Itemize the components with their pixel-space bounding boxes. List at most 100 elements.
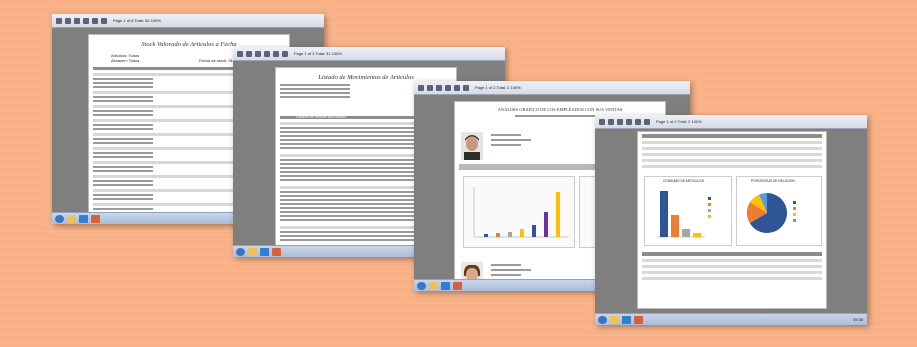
table-row — [642, 271, 822, 274]
toolbar-status: Page 1 of 2 Total: 2 100% — [656, 119, 702, 124]
header-line — [280, 92, 350, 94]
next-page-icon[interactable] — [74, 17, 80, 24]
table-row — [280, 143, 420, 145]
table-row — [280, 211, 420, 213]
table-row — [280, 239, 420, 241]
next-page-icon[interactable] — [436, 84, 442, 91]
table-row — [280, 147, 420, 149]
legend-swatch — [793, 213, 796, 216]
table-row — [93, 128, 153, 130]
app-icon[interactable] — [272, 247, 281, 256]
app-icon[interactable] — [91, 214, 100, 223]
start-button-icon[interactable] — [55, 214, 64, 223]
section-header — [642, 134, 822, 138]
print-icon[interactable] — [635, 118, 641, 125]
report-toolbar: Page 1 of 2 Total: 2 100% — [414, 81, 690, 95]
pie-chart-svg — [746, 192, 796, 233]
app-icon[interactable] — [634, 315, 643, 324]
header-line — [280, 88, 350, 90]
header-line — [280, 84, 350, 86]
table-row — [93, 96, 153, 98]
report-toolbar: Page 1 of 2 Total: 2 100% — [595, 115, 867, 129]
last-page-icon[interactable] — [445, 84, 451, 91]
browser-icon[interactable] — [441, 281, 450, 290]
chart-bar — [496, 233, 500, 237]
start-button-icon[interactable] — [417, 281, 426, 290]
first-page-icon[interactable] — [56, 17, 62, 24]
first-page-icon[interactable] — [237, 50, 243, 57]
print-icon[interactable] — [92, 17, 98, 24]
next-page-icon[interactable] — [255, 50, 261, 57]
table-row — [93, 180, 153, 182]
last-page-icon[interactable] — [83, 17, 89, 24]
employee-info — [491, 269, 531, 271]
next-page-icon[interactable] — [617, 118, 623, 125]
app-icon[interactable] — [453, 281, 462, 290]
explorer-icon[interactable] — [248, 247, 257, 256]
explorer-icon[interactable] — [610, 315, 619, 324]
chart-bar — [508, 232, 512, 237]
first-page-icon[interactable] — [599, 118, 605, 125]
report-title: Listado de Movimientos de Articulos — [318, 74, 414, 81]
chart-bar — [682, 229, 690, 237]
report-toolbar: Page 1 of 8 Total: 80 100% — [52, 14, 324, 28]
section-label: Calcetin de Hombre Azul Marino — [296, 115, 347, 119]
first-page-icon[interactable] — [418, 84, 424, 91]
chart-bar — [693, 233, 701, 237]
prev-page-icon[interactable] — [608, 118, 614, 125]
table-row — [280, 191, 420, 193]
export-icon[interactable] — [282, 50, 288, 57]
explorer-icon[interactable] — [67, 214, 76, 223]
person-icon — [461, 132, 483, 160]
employee-info — [491, 139, 531, 141]
chart-bar — [544, 212, 548, 237]
chart-bar — [484, 234, 488, 237]
table-row — [93, 82, 153, 84]
print-icon[interactable] — [454, 84, 460, 91]
report-title: ANALISIS GRAFICO DE LOS EMPLEADOS CON SU… — [497, 107, 623, 112]
table-row — [642, 259, 822, 262]
table-row — [280, 219, 420, 221]
export-icon[interactable] — [644, 118, 650, 125]
legend-swatch — [793, 201, 796, 204]
employee-info — [491, 264, 521, 266]
print-icon[interactable] — [273, 50, 279, 57]
last-page-icon[interactable] — [264, 50, 270, 57]
browser-icon[interactable] — [260, 247, 269, 256]
prev-page-icon[interactable] — [427, 84, 433, 91]
last-page-icon[interactable] — [626, 118, 632, 125]
table-row — [642, 147, 822, 150]
table-row — [642, 159, 822, 162]
chart-title: CONSUMO DE ARTICULOS — [663, 179, 704, 183]
browser-icon[interactable] — [79, 214, 88, 223]
consumption-bar-chart: CONSUMO DE ARTICULOS — [644, 176, 732, 246]
table-row — [280, 203, 420, 205]
table-row — [93, 156, 153, 158]
start-button-icon[interactable] — [236, 247, 245, 256]
explorer-icon[interactable] — [429, 281, 438, 290]
employee-photo — [461, 132, 483, 160]
legend-swatch — [793, 207, 796, 210]
start-button-icon[interactable] — [598, 315, 607, 324]
table-row — [280, 179, 420, 181]
table-row — [93, 100, 153, 102]
report-page: CONSUMO DE ARTICULOS PORCENTAJE DE RELAC… — [637, 131, 827, 309]
export-icon[interactable] — [463, 84, 469, 91]
table-row — [93, 184, 153, 186]
table-row — [93, 166, 153, 168]
sales-bar-chart — [463, 176, 575, 248]
chart-bar — [532, 225, 536, 237]
header-line: Almacen: Todos — [111, 58, 140, 63]
report-viewer-area: CONSUMO DE ARTICULOS PORCENTAJE DE RELAC… — [595, 129, 867, 313]
table-row — [280, 163, 420, 165]
legend-swatch — [708, 203, 711, 206]
table-row — [93, 86, 153, 88]
table-row — [280, 207, 420, 209]
prev-page-icon[interactable] — [65, 17, 71, 24]
percentage-pie-chart: PORCENTAJE DE RELACION — [736, 176, 822, 246]
table-row — [280, 127, 420, 129]
table-row — [642, 277, 822, 280]
prev-page-icon[interactable] — [246, 50, 252, 57]
browser-icon[interactable] — [622, 315, 631, 324]
export-icon[interactable] — [101, 17, 107, 24]
